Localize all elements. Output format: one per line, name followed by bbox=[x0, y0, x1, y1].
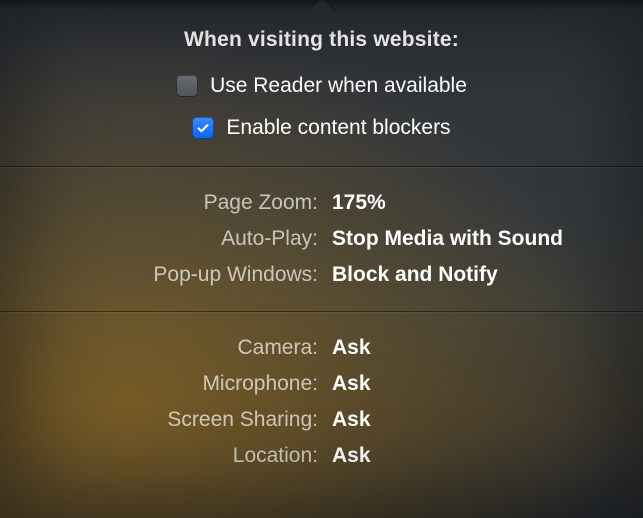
page-zoom-value[interactable]: 175% bbox=[332, 191, 625, 215]
popup-windows-value[interactable]: Block and Notify bbox=[332, 263, 625, 287]
camera-label: Camera: bbox=[18, 336, 318, 360]
microphone-row: Microphone: Ask bbox=[18, 366, 625, 402]
use-reader-label: Use Reader when available bbox=[210, 74, 467, 98]
enable-blockers-checkbox[interactable] bbox=[192, 117, 214, 139]
camera-row: Camera: Ask bbox=[18, 330, 625, 366]
screen-sharing-label: Screen Sharing: bbox=[18, 408, 318, 432]
microphone-value[interactable]: Ask bbox=[332, 372, 625, 396]
page-zoom-row: Page Zoom: 175% bbox=[18, 185, 625, 221]
camera-value[interactable]: Ask bbox=[332, 336, 625, 360]
auto-play-label: Auto-Play: bbox=[18, 227, 318, 251]
website-settings-popover: When visiting this website: Use Reader w… bbox=[0, 0, 643, 518]
location-row: Location: Ask bbox=[18, 438, 625, 474]
screen-sharing-row: Screen Sharing: Ask bbox=[18, 402, 625, 438]
auto-play-row: Auto-Play: Stop Media with Sound bbox=[18, 221, 625, 257]
header-title: When visiting this website: bbox=[18, 28, 625, 52]
location-value[interactable]: Ask bbox=[332, 444, 625, 468]
use-reader-checkbox[interactable] bbox=[176, 75, 198, 97]
microphone-label: Microphone: bbox=[18, 372, 318, 396]
popup-windows-label: Pop-up Windows: bbox=[18, 263, 318, 287]
header-section: When visiting this website: Use Reader w… bbox=[0, 0, 643, 166]
screen-sharing-value[interactable]: Ask bbox=[332, 408, 625, 432]
page-zoom-label: Page Zoom: bbox=[18, 191, 318, 215]
enable-blockers-option[interactable]: Enable content blockers bbox=[18, 116, 625, 140]
checkmark-icon bbox=[196, 121, 210, 135]
auto-play-value[interactable]: Stop Media with Sound bbox=[332, 227, 625, 251]
use-reader-option[interactable]: Use Reader when available bbox=[18, 74, 625, 98]
location-label: Location: bbox=[18, 444, 318, 468]
enable-blockers-label: Enable content blockers bbox=[226, 116, 450, 140]
popup-windows-row: Pop-up Windows: Block and Notify bbox=[18, 257, 625, 293]
display-settings-group: Page Zoom: 175% Auto-Play: Stop Media wi… bbox=[0, 167, 643, 311]
permissions-group: Camera: Ask Microphone: Ask Screen Shari… bbox=[0, 312, 643, 492]
